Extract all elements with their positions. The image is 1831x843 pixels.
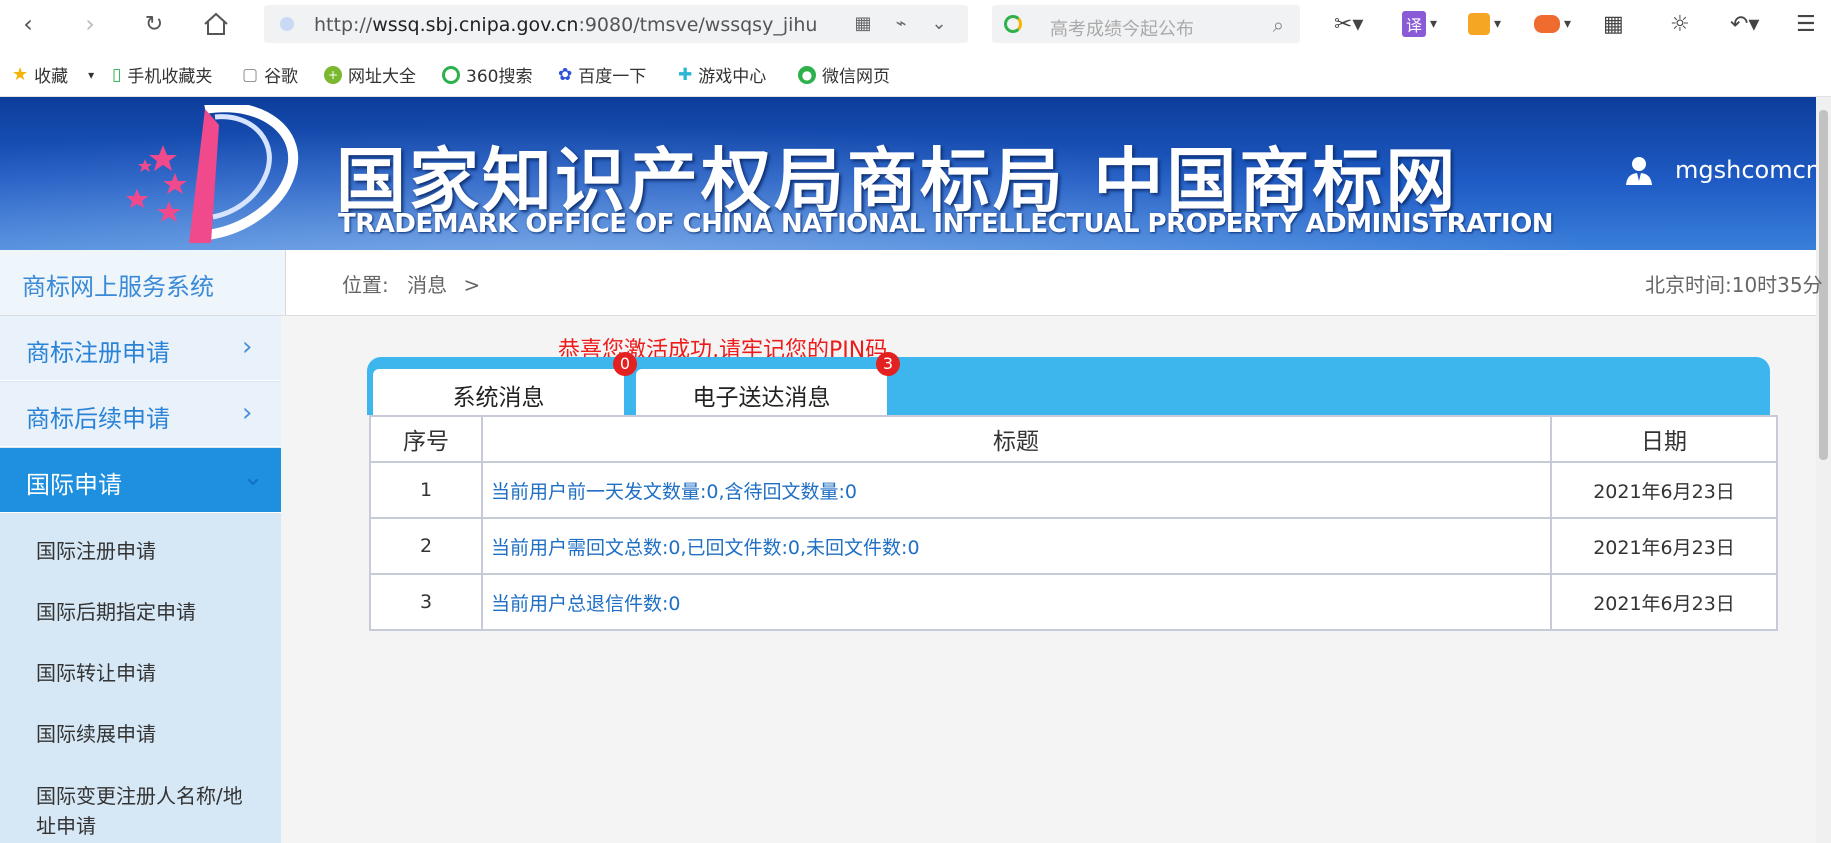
360-icon (442, 65, 460, 84)
home-icon[interactable] (198, 6, 234, 42)
table-row: 3 当前用户总退信件数:0 2021年6月23日 (369, 573, 1778, 631)
sidebar: 商标注册申请 › 商标后续申请 › 国际申请 ⌄ 国际注册申请 国际后期指定申请… (0, 316, 281, 843)
browser-toolbar: ‹ › ↻ http://wssq.sbj.cnipa.gov.cn:9080/… (0, 0, 1831, 48)
sidebar-subitem-intl-change-name-address-cont[interactable]: 址申请 (36, 810, 96, 839)
sidebar-subitem-intl-change-name-address[interactable]: 国际变更注册人名称/地 (36, 780, 243, 809)
username: mgshcomcn (1675, 156, 1816, 184)
site-banner: 国家知识产权局商标局 中国商标网 TRADEMARK OFFICE OF CHI… (0, 97, 1816, 250)
row-title-link[interactable]: 当前用户需回文总数:0,已回文件数:0,未回文件数:0 (481, 517, 1552, 575)
row-date: 2021年6月23日 (1550, 517, 1778, 575)
wallet-icon[interactable]: ▾ (1468, 8, 1501, 40)
breadcrumb-item-messages[interactable]: 消息 (407, 273, 447, 297)
sidebar-subitem-intl-transfer[interactable]: 国际转让申请 (36, 657, 156, 686)
trademark-office-emblem-icon (126, 105, 299, 243)
page-icon: ▢ (242, 64, 259, 85)
beijing-time: 北京时间:10时35分 (1645, 273, 1823, 297)
site-title-en: TRADEMARK OFFICE OF CHINA NATIONAL INTEL… (338, 209, 1554, 239)
360-search-icon (1004, 15, 1022, 33)
user-info[interactable]: mgshcomcn (1625, 155, 1816, 185)
bookmark-games[interactable]: ✚ 游戏中心 (678, 62, 766, 88)
qr-code-icon[interactable]: ▦ (852, 13, 874, 35)
message-table: 序号 标题 日期 1 当前用户前一天发文数量:0,含待回文数量:0 2021年6… (369, 415, 1778, 631)
tab-system-messages[interactable]: 系统消息 (373, 369, 624, 415)
leaf-icon[interactable]: ⌁ (890, 13, 912, 35)
row-title-link[interactable]: 当前用户总退信件数:0 (481, 573, 1552, 631)
plus-icon: + (324, 65, 342, 84)
electronic-delivery-count-badge: 3 (876, 352, 900, 376)
game-icon[interactable]: ▾ (1534, 8, 1571, 40)
translate-icon[interactable]: 译 ▾ (1402, 8, 1437, 40)
bookmarks-bar: ★ 收藏 ▾ ▯ 手机收藏夹 ▢ 谷歌 + 网址大全 360搜索 ✿ 百度一下 ✚ 游戏中心 … (0, 48, 1831, 97)
bookmark-google[interactable]: ▢ 谷歌 (242, 62, 298, 88)
bookmark-mobile[interactable]: ▯ 手机收藏夹 (112, 62, 212, 88)
system-name: 商标网上服务系统 (0, 250, 286, 315)
row-date: 2021年6月23日 (1550, 573, 1778, 631)
reload-icon[interactable]: ↻ (136, 6, 172, 42)
chevron-down-icon[interactable]: ⌄ (928, 13, 950, 35)
table-header-row: 序号 标题 日期 (369, 415, 1778, 463)
brightness-icon[interactable]: ☼ (1670, 8, 1690, 40)
url-text: http://wssq.sbj.cnipa.gov.cn:9080/tmsve/… (314, 14, 818, 36)
paw-icon: ✿ (558, 64, 573, 85)
bookmark-wechat[interactable]: ● 微信网页 (798, 62, 890, 87)
table-row: 2 当前用户需回文总数:0,已回文件数:0,未回文件数:0 2021年6月23日 (369, 517, 1778, 575)
sidebar-item-trademark-follow-up[interactable]: 商标后续申请 › (0, 382, 281, 447)
site-security-icon (280, 17, 294, 31)
row-date: 2021年6月23日 (1550, 461, 1778, 519)
bookmark-favorites[interactable]: ★ 收藏 ▾ (12, 62, 94, 87)
scissors-icon[interactable]: ✂▾ (1334, 8, 1363, 40)
sidebar-subitem-intl-subsequent-designation[interactable]: 国际后期指定申请 (36, 596, 196, 625)
menu-icon[interactable]: ☰ (1796, 8, 1816, 40)
undo-icon[interactable]: ↶▾ (1730, 8, 1759, 40)
search-placeholder: 高考成绩今起公布 (1050, 19, 1194, 40)
wechat-icon: ● (798, 65, 816, 84)
system-messages-count-badge: 0 (613, 352, 637, 376)
row-title-link[interactable]: 当前用户前一天发文数量:0,含待回文数量:0 (481, 461, 1552, 519)
user-icon (1626, 157, 1652, 185)
sidebar-subitem-intl-registration[interactable]: 国际注册申请 (36, 535, 156, 564)
sidebar-item-international[interactable]: 国际申请 ⌄ (0, 448, 281, 513)
phone-icon: ▯ (112, 64, 122, 85)
chevron-down-icon: ⌄ (242, 462, 264, 492)
back-icon[interactable]: ‹ (10, 6, 46, 42)
search-box[interactable]: 高考成绩今起公布 ⌕ (992, 5, 1300, 43)
puzzle-icon: ✚ (678, 64, 693, 85)
forward-icon[interactable]: › (72, 6, 108, 42)
chevron-right-icon: › (242, 332, 253, 362)
bookmark-360[interactable]: 360搜索 (442, 62, 532, 87)
sidebar-subitem-intl-renewal[interactable]: 国际续展申请 (36, 718, 156, 747)
row-number: 2 (369, 517, 483, 575)
breadcrumb: 位置: 消息 > (342, 273, 481, 297)
column-header-title: 标题 (481, 415, 1552, 463)
column-header-number: 序号 (369, 415, 483, 463)
star-icon: ★ (12, 64, 29, 85)
row-number: 3 (369, 573, 483, 631)
table-row: 1 当前用户前一天发文数量:0,含待回文数量:0 2021年6月23日 (369, 461, 1778, 519)
chevron-right-icon: › (242, 398, 253, 428)
bookmark-hao[interactable]: + 网址大全 (324, 62, 416, 87)
bookmark-baidu[interactable]: ✿ 百度一下 (558, 62, 646, 88)
row-number: 1 (369, 461, 483, 519)
address-bar[interactable]: http://wssq.sbj.cnipa.gov.cn:9080/tmsve/… (264, 5, 968, 43)
column-header-date: 日期 (1550, 415, 1778, 463)
chevron-down-icon[interactable]: ▾ (88, 68, 94, 82)
sub-header: 商标网上服务系统 位置: 消息 > 北京时间:10时35分 (0, 250, 1823, 316)
search-icon[interactable]: ⌕ (1273, 13, 1284, 37)
tab-electronic-delivery-messages[interactable]: 电子送达消息 (636, 369, 887, 415)
grid-icon[interactable]: ▦ (1603, 8, 1624, 40)
sidebar-item-trademark-registration[interactable]: 商标注册申请 › (0, 316, 281, 381)
